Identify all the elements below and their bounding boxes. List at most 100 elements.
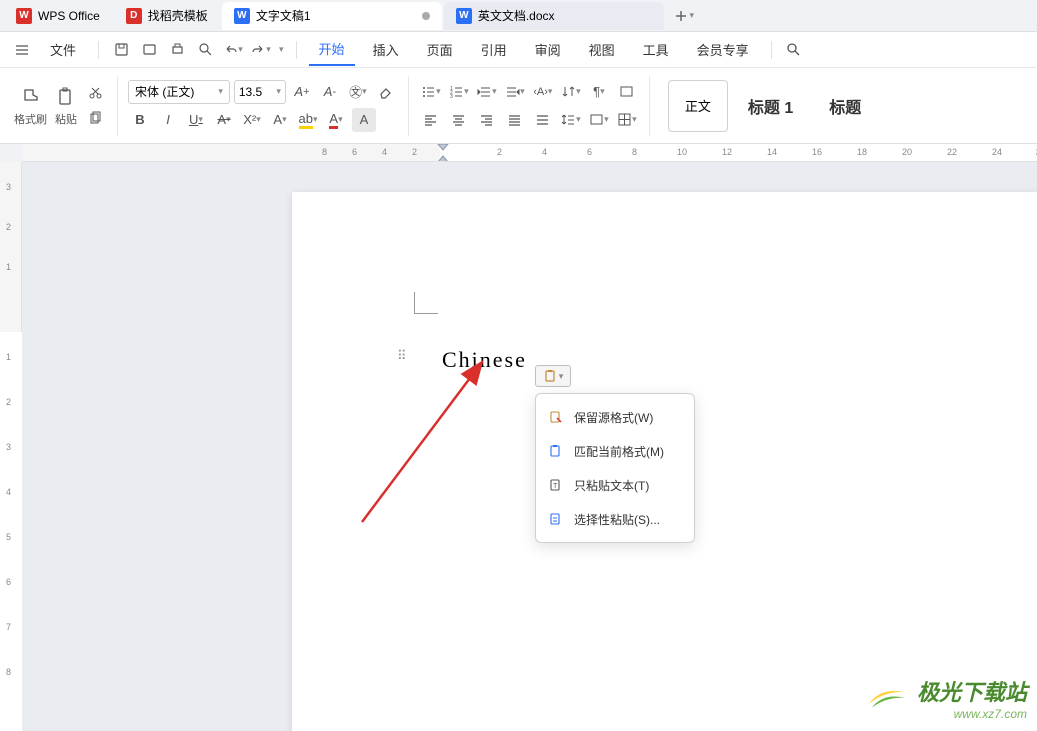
align-right-button[interactable]: [475, 108, 499, 132]
file-menu[interactable]: 文件: [40, 34, 86, 65]
ruler-mark: 24: [992, 147, 1002, 157]
paragraph-marks-button[interactable]: [615, 80, 639, 104]
tab-label: 找稻壳模板: [148, 7, 208, 24]
superscript-button[interactable]: X²▾: [240, 108, 264, 132]
vertical-ruler[interactable]: 32112345678: [0, 162, 22, 731]
strikethrough-button[interactable]: A▾: [212, 108, 236, 132]
ruler-mark: 4: [6, 487, 11, 497]
grow-font-button[interactable]: A+: [290, 80, 314, 104]
document-area: ⠿ Chinese ▾ 保留源格式(W) 匹配当前格式(M) T 只粘贴文本(T…: [22, 162, 1037, 731]
style-heading-button[interactable]: 标题: [813, 80, 877, 132]
swoosh-icon: [867, 683, 907, 713]
menu-view[interactable]: 视图: [579, 34, 625, 65]
show-marks-button[interactable]: ¶▾: [587, 80, 611, 104]
modified-indicator-icon: [422, 12, 430, 20]
hamburger-menu-icon[interactable]: [12, 40, 32, 60]
copy-button[interactable]: [83, 107, 107, 131]
ruler-mark: 16: [812, 147, 822, 157]
ruler-mark: 4: [542, 147, 547, 157]
align-left-button[interactable]: [419, 108, 443, 132]
bold-button[interactable]: B: [128, 108, 152, 132]
menu-home[interactable]: 开始: [309, 33, 355, 66]
change-case-button[interactable]: A▾: [268, 108, 292, 132]
shading-button[interactable]: ▾: [587, 108, 611, 132]
font-name-value: 宋体 (正文): [135, 83, 194, 100]
paste-match-destination[interactable]: 匹配当前格式(M): [536, 434, 694, 468]
drag-handle-icon[interactable]: ⠿: [397, 348, 407, 364]
indent-button[interactable]: ▾: [503, 80, 527, 104]
char-shading-button[interactable]: A: [352, 108, 376, 132]
menu-insert[interactable]: 插入: [363, 34, 409, 65]
text-direction-button[interactable]: ‹A›▾: [531, 80, 555, 104]
titlebar: W WPS Office D 找稻壳模板 W 文字文稿1 W 英文文档.docx…: [0, 0, 1037, 32]
borders-icon: [617, 112, 632, 127]
highlight-button[interactable]: ab▾: [296, 108, 320, 132]
ruler-mark: 6: [6, 577, 11, 587]
clipboard-brush-icon: [548, 409, 564, 425]
redo-icon[interactable]: ▾: [251, 40, 271, 60]
underline-button[interactable]: U▾: [184, 108, 208, 132]
shrink-font-button[interactable]: A-: [318, 80, 342, 104]
tab-document-1[interactable]: W 文字文稿1: [222, 2, 442, 30]
sort-button[interactable]: ▾: [559, 80, 583, 104]
watermark-title: 极光下载站: [917, 675, 1027, 707]
ruler-mark: 6: [587, 147, 592, 157]
bullet-list-icon: [421, 84, 436, 99]
menu-review[interactable]: 审阅: [525, 34, 571, 65]
style-heading1-button[interactable]: 标题 1: [732, 80, 809, 132]
italic-button[interactable]: I: [156, 108, 180, 132]
align-justify-button[interactable]: [503, 108, 527, 132]
menu-vip[interactable]: 会员专享: [687, 34, 759, 65]
svg-text:3: 3: [450, 94, 453, 99]
search-icon[interactable]: [784, 40, 804, 60]
ruler-mark: 20: [902, 147, 912, 157]
line-spacing-button[interactable]: ▾: [559, 108, 583, 132]
outdent-button[interactable]: ▾: [475, 80, 499, 104]
style-normal-button[interactable]: 正文: [668, 80, 728, 132]
paste-text-only[interactable]: T 只粘贴文本(T): [536, 468, 694, 502]
font-family-select[interactable]: 宋体 (正文) ▾: [128, 80, 230, 104]
paste-button[interactable]: 粘贴: [53, 83, 79, 129]
borders-button[interactable]: ▾: [615, 108, 639, 132]
numbered-list-button[interactable]: 123▾: [447, 80, 471, 104]
indent-marker-icon[interactable]: [437, 144, 449, 162]
font-size-select[interactable]: 13.5 ▾: [234, 80, 286, 104]
save-icon[interactable]: [111, 40, 131, 60]
export-icon[interactable]: [139, 40, 159, 60]
tab-templates[interactable]: D 找稻壳模板: [114, 2, 220, 30]
margin-corner-icon: [414, 292, 438, 314]
print-icon[interactable]: [167, 40, 187, 60]
undo-icon[interactable]: ▾: [223, 40, 243, 60]
distribute-button[interactable]: [531, 108, 555, 132]
paste-keep-source-format[interactable]: 保留源格式(W): [536, 400, 694, 434]
paste-options-button[interactable]: ▾: [535, 365, 571, 387]
format-brush-button[interactable]: 格式刷: [12, 83, 49, 129]
add-tab-button[interactable]: ▾: [670, 2, 698, 30]
print-preview-icon[interactable]: [195, 40, 215, 60]
ruler-mark: 10: [677, 147, 687, 157]
cut-button[interactable]: [83, 81, 107, 105]
menu-tools[interactable]: 工具: [633, 34, 679, 65]
align-center-button[interactable]: [447, 108, 471, 132]
separator: [98, 41, 99, 59]
tab-label: WPS Office: [38, 9, 100, 23]
horizontal-ruler[interactable]: 86422468101214161820222426283032: [22, 144, 1037, 162]
copy-icon: [88, 111, 103, 126]
font-color-button[interactable]: A▾: [324, 108, 348, 132]
clipboard-text-icon: T: [548, 477, 564, 493]
document-text[interactable]: Chinese: [442, 347, 527, 373]
menu-reference[interactable]: 引用: [471, 34, 517, 65]
clear-format-button[interactable]: [374, 80, 398, 104]
ruler-mark: 12: [722, 147, 732, 157]
ruler-mark: 7: [6, 622, 11, 632]
menu-page[interactable]: 页面: [417, 34, 463, 65]
bullet-list-button[interactable]: ▾: [419, 80, 443, 104]
phonetic-button[interactable]: ㉆▾: [346, 80, 370, 104]
paste-special[interactable]: 选择性粘贴(S)...: [536, 502, 694, 536]
more-quick-access-icon[interactable]: ▾: [279, 44, 284, 55]
ruler-mark: 8: [322, 147, 327, 157]
ruler-mark: 8: [632, 147, 637, 157]
wps-logo-icon: W: [16, 8, 32, 24]
tab-english-doc[interactable]: W 英文文档.docx: [444, 2, 664, 30]
tab-wps-office[interactable]: W WPS Office: [4, 2, 112, 30]
